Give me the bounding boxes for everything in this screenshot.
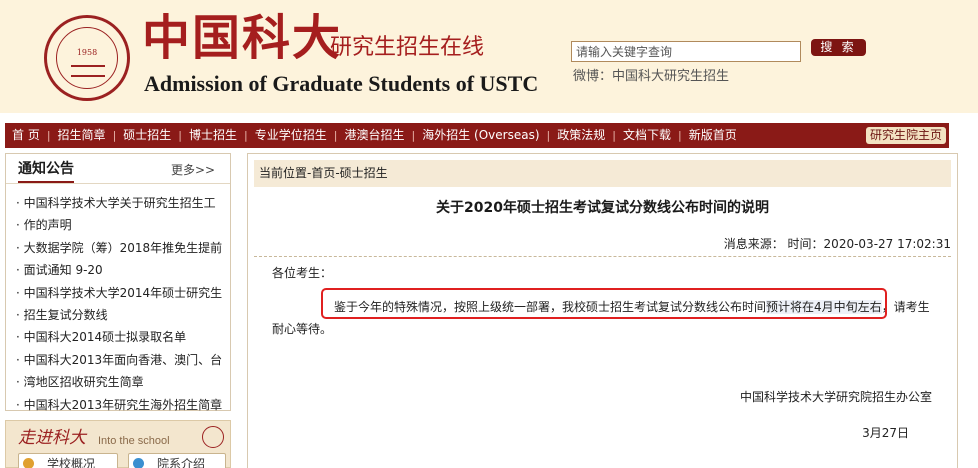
weibo-link[interactable]: 微博：中国科大研究生招生 [573, 68, 729, 86]
paragraph-tail: ，请考生 [881, 300, 930, 314]
notice-item[interactable]: 湾地区招收研究生简章 [16, 371, 228, 393]
logo-chinese: 中国科大 [142, 10, 343, 66]
globe-icon [133, 458, 144, 468]
school-overview-button[interactable]: 学校概况 [18, 453, 118, 468]
nav-hk-macau-tw[interactable]: 港澳台招生 [337, 123, 411, 148]
notice-panel: 通知公告 更多>> 中国科学技术大学关于研究生招生工 作的声明 大数据学院（筹）… [5, 153, 231, 412]
notice-item[interactable]: 中国科学技术大学关于研究生招生工 [16, 192, 228, 214]
notice-item[interactable]: 中国科大2013年研究生海外招生简章 [16, 394, 228, 416]
notice-item[interactable]: 中国科学技术大学2014年硕士研究生 [16, 282, 228, 304]
divider [254, 256, 951, 257]
intro-title: 走进科大 [18, 428, 86, 448]
nav-home[interactable]: 首 页 [5, 123, 47, 148]
logo-subtitle: 研究生招生在线 [330, 35, 485, 60]
article-meta: 消息来源： 时间：2020-03-27 17:02:31 [723, 237, 951, 251]
into-school-panel: 走进科大 Into the school 学校概况 院系介绍 [5, 420, 231, 468]
nav-professional[interactable]: 专业学位招生 [248, 123, 334, 148]
notice-more-link[interactable]: 更多>> [171, 162, 215, 178]
nav-overseas[interactable]: 海外招生 (Overseas) [415, 123, 546, 148]
site-header: 1958 中国科大 研究生招生在线 Admission of Graduate … [0, 0, 978, 113]
paragraph-continuation: 耐心等待。 [272, 322, 333, 336]
ustc-emblem-icon: 1958 [44, 15, 130, 101]
seal-icon [202, 426, 224, 448]
article-greeting: 各位考生： [272, 266, 333, 280]
annotation-box [321, 288, 887, 319]
notice-title: 通知公告 [18, 159, 74, 183]
article-panel: 当前位置-首页-硕士招生 关于2020年硕士招生考试复试分数线公布时间的说明 消… [247, 153, 958, 468]
nav-policy[interactable]: 政策法规 [550, 123, 612, 148]
graduate-school-link[interactable]: 研究生院主页 [866, 127, 946, 144]
logo-english: Admission of Graduate Students of USTC [144, 71, 539, 96]
nav-brochure[interactable]: 招生简章 [51, 123, 113, 148]
article-title: 关于2020年硕士招生考试复试分数线公布时间的说明 [436, 200, 769, 216]
notice-item[interactable]: 大数据学院（筹）2018年推免生提前 [16, 237, 228, 259]
notice-item[interactable]: 中国科大2014硕士拟录取名单 [16, 326, 228, 348]
notice-item[interactable]: 中国科大2013年面向香港、澳门、台 [16, 349, 228, 371]
department-intro-button[interactable]: 院系介绍 [128, 453, 226, 468]
nav-new-home[interactable]: 新版首页 [682, 123, 744, 148]
person-icon [23, 458, 34, 468]
nav-master[interactable]: 硕士招生 [116, 123, 178, 148]
department-intro-label: 院系介绍 [157, 457, 206, 468]
search-button[interactable]: 搜 索 [811, 39, 866, 56]
notice-item[interactable]: 招生复试分数线 [16, 304, 228, 326]
notice-item[interactable]: 面试通知 9-20 [16, 259, 228, 281]
intro-subtitle: Into the school [98, 435, 170, 447]
main-nav: 首 页 | 招生简章 | 硕士招生 | 博士招生 | 专业学位招生 | 港澳台招生 | 海外… [5, 123, 949, 148]
notice-item[interactable]: 作的声明 [16, 214, 228, 236]
breadcrumb: 当前位置-首页-硕士招生 [254, 160, 951, 187]
school-overview-label: 学校概况 [47, 457, 96, 468]
search-input[interactable] [571, 41, 801, 62]
signature-date: 3月27日 [862, 426, 909, 440]
nav-doctor[interactable]: 博士招生 [182, 123, 244, 148]
emblem-year: 1958 [76, 48, 98, 57]
signature-org: 中国科学技术大学研究院招生办公室 [739, 390, 932, 404]
nav-downloads[interactable]: 文档下载 [616, 123, 678, 148]
notice-list: 中国科学技术大学关于研究生招生工 作的声明 大数据学院（筹）2018年推免生提前… [16, 192, 228, 416]
